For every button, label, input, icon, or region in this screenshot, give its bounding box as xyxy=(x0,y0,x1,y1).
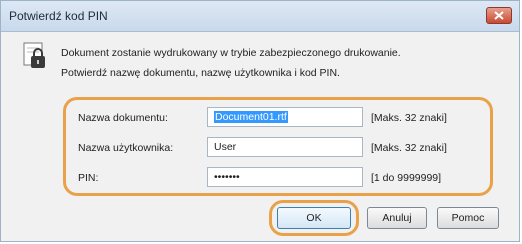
pin-confirm-dialog: Potwierdź kod PIN Dokument zostanie wydr… xyxy=(0,0,520,242)
dialog-title: Potwierdź kod PIN xyxy=(9,9,108,23)
document-name-label: Nazwa dokumentu: xyxy=(78,112,168,124)
username-input[interactable]: User xyxy=(207,137,363,157)
username-label: Nazwa użytkownika: xyxy=(78,142,174,154)
cancel-button[interactable]: Anuluj xyxy=(367,207,427,229)
message-line-1: Dokument zostanie wydrukowany w trybie z… xyxy=(61,47,401,59)
document-name-hint: [Maks. 32 znaki] xyxy=(371,112,447,124)
title-bar: Potwierdź kod PIN xyxy=(1,1,519,32)
pin-input[interactable]: ••••••• xyxy=(207,167,363,187)
username-value: User xyxy=(214,141,237,153)
ok-button[interactable]: OK xyxy=(277,207,351,229)
close-button[interactable] xyxy=(486,7,512,24)
help-button[interactable]: Pomoc xyxy=(437,207,499,229)
message-line-2: Potwierdź nazwę dokumentu, nazwę użytkow… xyxy=(61,67,340,79)
close-icon xyxy=(494,11,504,20)
pin-value: ••••••• xyxy=(214,171,240,183)
document-name-input[interactable]: Document01.rtf xyxy=(207,107,363,127)
pin-label: PIN: xyxy=(78,172,99,184)
document-name-value: Document01.rtf xyxy=(214,111,288,123)
pin-hint: [1 do 9999999] xyxy=(371,172,442,184)
username-hint: [Maks. 32 znaki] xyxy=(371,142,447,154)
document-lock-icon xyxy=(23,42,45,68)
